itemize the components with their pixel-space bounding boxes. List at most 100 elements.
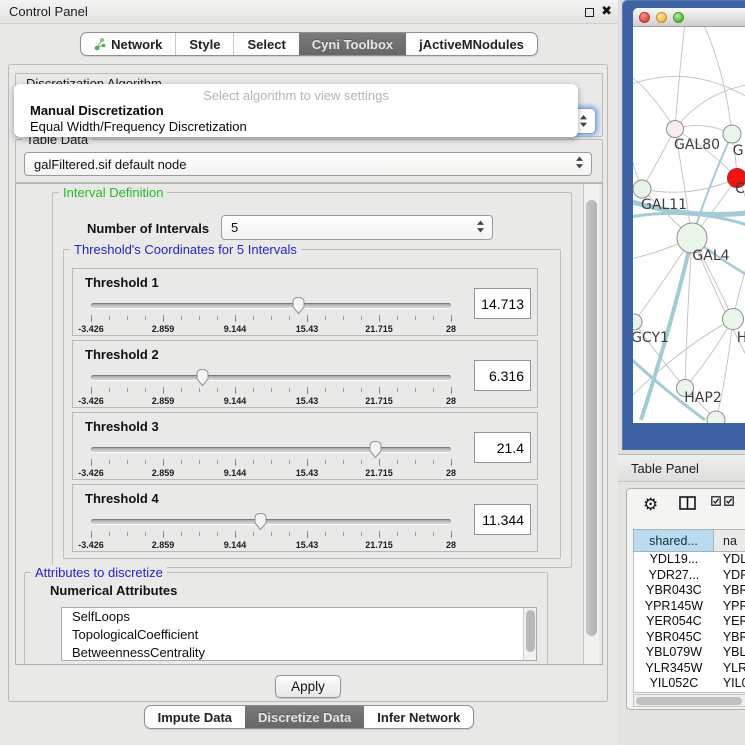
cell-shared-name[interactable]: YER054C xyxy=(634,614,714,630)
attribute-list-item[interactable]: SelfLoops xyxy=(62,608,536,626)
settings-vertical-scrollbar[interactable] xyxy=(583,184,599,664)
column-header-shared[interactable]: shared... xyxy=(633,529,714,552)
thresholds-group: Threshold's Coordinates for 5 Intervals … xyxy=(63,249,561,559)
cell-shared-name[interactable]: YBR043C xyxy=(634,583,714,599)
column-header-name[interactable]: na xyxy=(714,529,745,552)
threshold-label: Threshold 2 xyxy=(85,347,159,362)
table-row[interactable]: YIL052CYIL0 xyxy=(634,676,745,692)
cell-shared-name[interactable]: YBL079W xyxy=(634,645,714,661)
table-data-value: galFiltered.sif default node xyxy=(34,157,186,172)
cell-name[interactable]: YBL0 xyxy=(714,645,745,661)
network-canvas[interactable]: GAL80GCGAL11GAL4GCY1HHAP2 xyxy=(633,27,745,423)
table-header-row: shared... na xyxy=(633,529,745,552)
slider-track[interactable] xyxy=(91,303,451,308)
control-panel-titlebar: Control Panel ✖ xyxy=(0,0,618,24)
dropdown-option[interactable]: Equal Width/Frequency Discretization xyxy=(30,119,247,134)
close-traffic-light-icon[interactable] xyxy=(639,12,650,23)
split-columns-icon[interactable] xyxy=(679,496,696,515)
slider-track[interactable] xyxy=(91,447,451,452)
threshold-value-input[interactable] xyxy=(474,504,531,535)
threshold-label: Threshold 4 xyxy=(85,491,159,506)
cell-shared-name[interactable]: YIL052C xyxy=(634,676,714,692)
gear-icon[interactable]: ⚙ xyxy=(643,496,658,514)
table-row[interactable]: YLR345WYLR3 xyxy=(634,661,745,677)
tab-impute-data[interactable]: Impute Data xyxy=(145,706,245,728)
cell-shared-name[interactable]: YDR27... xyxy=(634,568,714,584)
cell-name[interactable]: YLR3 xyxy=(714,661,745,677)
cell-name[interactable]: YDR2 xyxy=(714,568,745,584)
threshold-panel: Threshold 1-3.4262.8599.14415.4321.71528 xyxy=(72,268,538,336)
slider-thumb[interactable] xyxy=(368,440,383,459)
table-row[interactable]: YER054CYER0 xyxy=(634,614,745,630)
cell-shared-name[interactable]: YPR145W xyxy=(634,599,714,615)
network-edge xyxy=(642,129,675,189)
control-panel: Control Panel ✖ NetworkStyleSelectCyni T… xyxy=(0,0,618,745)
application-window: Control Panel ✖ NetworkStyleSelectCyni T… xyxy=(0,0,745,745)
attribute-list-item[interactable]: TopologicalCoefficient xyxy=(62,626,536,644)
tab-cyni-toolbox[interactable]: Cyni Toolbox xyxy=(299,33,406,55)
table-row[interactable]: YBL079WYBL0 xyxy=(634,645,745,661)
table-row[interactable]: YDR27...YDR2 xyxy=(634,568,745,584)
network-node[interactable] xyxy=(633,314,642,330)
table-row[interactable]: YPR145WYPR1 xyxy=(634,599,745,615)
threshold-value-input[interactable] xyxy=(474,432,531,463)
interval-definition-group: Interval Definition Number of Intervals … xyxy=(52,192,572,568)
algorithm-dropdown-popup: Select algorithm to view settings Manual… xyxy=(14,84,578,137)
table-horizontal-scrollbar[interactable] xyxy=(633,694,745,707)
slider-thumb[interactable] xyxy=(195,368,210,387)
tab-style[interactable]: Style xyxy=(175,33,233,55)
cell-name[interactable]: YDL1 xyxy=(714,552,745,568)
network-window-titlebar[interactable] xyxy=(633,8,745,27)
slider-track[interactable] xyxy=(91,519,451,524)
minimize-traffic-light-icon[interactable] xyxy=(656,12,667,23)
tab-select[interactable]: Select xyxy=(233,33,298,55)
tab-discretize-data[interactable]: Discretize Data xyxy=(245,706,364,728)
threshold-value-input[interactable] xyxy=(474,288,531,319)
cell-shared-name[interactable]: YLR345W xyxy=(634,661,714,677)
network-node[interactable] xyxy=(723,309,744,330)
dropdown-hint: Select algorithm to view settings xyxy=(14,88,578,103)
network-node[interactable] xyxy=(633,180,651,198)
cell-name[interactable]: YBR0 xyxy=(714,630,745,646)
panel-title: Control Panel xyxy=(9,4,88,19)
cell-name[interactable]: YPR1 xyxy=(714,599,745,615)
network-node[interactable] xyxy=(667,121,684,138)
checked-box-icons[interactable] xyxy=(711,496,734,506)
cell-shared-name[interactable]: YDL19... xyxy=(634,552,714,568)
zoom-traffic-light-icon[interactable] xyxy=(673,12,684,23)
slider-thumb[interactable] xyxy=(291,296,306,315)
slider-track[interactable] xyxy=(91,375,451,380)
node-table: shared... na YDL19...YDL1YDR27...YDR2YBR… xyxy=(633,529,745,693)
table-data-combobox[interactable]: galFiltered.sif default node xyxy=(24,152,592,176)
table-row[interactable]: YBR045CYBR0 xyxy=(634,630,745,646)
close-icon[interactable]: ✖ xyxy=(601,3,612,19)
table-row[interactable]: YBR043CYBR0 xyxy=(634,583,745,599)
numerical-attributes-label: Numerical Attributes xyxy=(50,583,177,598)
cell-name[interactable]: YIL0 xyxy=(714,676,745,692)
table-row[interactable]: YDL19...YDL1 xyxy=(634,552,745,568)
network-node-label: GAL4 xyxy=(692,248,729,264)
threshold-slider: -3.4262.8599.14415.4321.71528 xyxy=(91,439,451,479)
threshold-value-input[interactable] xyxy=(474,360,531,391)
table-panel-titlebar[interactable]: Table Panel xyxy=(618,454,745,482)
cell-shared-name[interactable]: YBR045C xyxy=(634,630,714,646)
tab-label: Impute Data xyxy=(158,710,232,725)
attributes-list-scrollbar[interactable] xyxy=(523,608,536,660)
float-window-icon[interactable] xyxy=(585,8,594,17)
tab-label: jActiveMNodules xyxy=(419,37,524,52)
tab-network[interactable]: Network xyxy=(81,33,175,55)
tab-infer-network[interactable]: Infer Network xyxy=(364,706,473,728)
tab-jactivemnodules[interactable]: jActiveMNodules xyxy=(406,33,537,55)
network-node[interactable] xyxy=(707,411,725,423)
slider-thumb[interactable] xyxy=(253,512,268,531)
bottom-tab-bar: Impute Data Discretize DataInfer Network xyxy=(0,705,618,729)
cell-name[interactable]: YBR0 xyxy=(714,583,745,599)
dropdown-option[interactable]: Manual Discretization xyxy=(30,103,164,118)
apply-button[interactable]: Apply xyxy=(275,675,341,698)
network-node-label: HAP2 xyxy=(684,390,721,406)
network-edge xyxy=(685,319,733,388)
cell-name[interactable]: YER0 xyxy=(714,614,745,630)
num-intervals-combobox[interactable]: 5 xyxy=(221,215,493,240)
network-node[interactable] xyxy=(723,125,741,143)
attribute-list-item[interactable]: BetweennessCentrality xyxy=(62,644,536,661)
